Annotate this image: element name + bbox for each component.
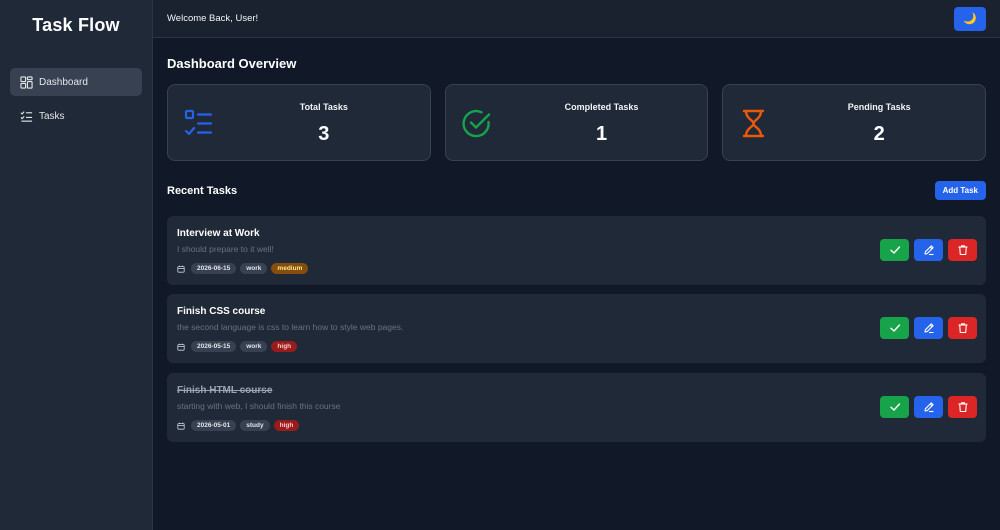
edit-task-button[interactable] xyxy=(914,239,943,261)
check-icon xyxy=(889,403,900,411)
task-meta: 2026-05-15 work high xyxy=(177,341,298,352)
list-check-icon xyxy=(184,109,213,136)
stat-label: Total Tasks xyxy=(299,102,348,112)
theme-toggle-button[interactable]: 🌙 xyxy=(954,6,986,31)
calendar-icon xyxy=(177,343,185,351)
pencil-icon xyxy=(923,323,934,334)
task-date: 2026-06-15 xyxy=(191,263,237,274)
task-item: Interview at Work I should prepare to it… xyxy=(167,216,986,285)
sidebar-item-dashboard[interactable]: Dashboard xyxy=(10,68,142,96)
task-item: Finish CSS course the second language is… xyxy=(167,294,986,363)
task-priority-badge: medium xyxy=(271,263,309,274)
moon-icon: 🌙 xyxy=(963,13,977,25)
delete-task-button[interactable] xyxy=(948,396,977,418)
task-actions xyxy=(880,396,977,418)
pencil-icon xyxy=(923,402,934,413)
trash-icon xyxy=(958,402,967,413)
stat-label: Pending Tasks xyxy=(847,102,911,112)
sidebar-item-label: Dashboard xyxy=(39,76,88,88)
task-title: Finish HTML course xyxy=(177,385,273,396)
top-bar: Welcome Back, User! 🌙 xyxy=(153,0,1000,38)
stat-card-completed: Completed Tasks 1 xyxy=(444,84,709,161)
task-priority-badge: high xyxy=(271,341,298,352)
edit-task-button[interactable] xyxy=(914,396,943,418)
complete-task-button[interactable] xyxy=(880,396,909,418)
welcome-text: Welcome Back, User! xyxy=(167,13,259,24)
sidebar-item-tasks[interactable]: Tasks xyxy=(10,102,142,130)
sidebar-item-label: Tasks xyxy=(39,110,65,122)
stat-card-pending: Pending Tasks 2 xyxy=(722,84,987,161)
trash-icon xyxy=(958,245,967,256)
add-task-button[interactable]: Add Task xyxy=(934,181,986,200)
complete-task-button[interactable] xyxy=(880,317,909,339)
sidebar-nav: Dashboard Tasks xyxy=(0,68,152,130)
stat-value: 3 xyxy=(318,123,330,145)
task-category-badge: work xyxy=(240,341,268,352)
task-actions xyxy=(880,317,977,339)
complete-task-button[interactable] xyxy=(880,239,909,261)
trash-icon xyxy=(958,323,967,334)
sidebar: Task Flow Dashboard Tasks xyxy=(0,0,153,530)
check-icon xyxy=(889,246,900,254)
task-description: the second language is css to learn how … xyxy=(177,322,404,332)
pencil-icon xyxy=(923,245,934,256)
stat-label: Completed Tasks xyxy=(564,102,639,112)
calendar-icon xyxy=(177,422,185,430)
task-list-icon xyxy=(20,110,33,122)
task-item: Finish HTML course starting with web, I … xyxy=(167,373,986,442)
edit-task-button[interactable] xyxy=(914,317,943,339)
stats-cards: Total Tasks 3 Completed Tasks 1 Pending … xyxy=(167,84,987,161)
check-icon xyxy=(889,324,900,332)
task-meta: 2026-05-01 study high xyxy=(177,420,300,431)
delete-task-button[interactable] xyxy=(948,317,977,339)
task-date: 2026-05-01 xyxy=(191,420,237,431)
delete-task-button[interactable] xyxy=(948,239,977,261)
stat-card-total: Total Tasks 3 xyxy=(167,84,431,161)
task-description: starting with web, I should finish this … xyxy=(177,401,341,411)
circle-check-icon xyxy=(462,109,490,138)
calendar-icon xyxy=(177,265,185,273)
task-title: Finish CSS course xyxy=(177,306,266,317)
task-actions xyxy=(880,239,977,261)
page-title: Dashboard Overview xyxy=(167,56,297,71)
task-meta: 2026-06-15 work medium xyxy=(177,263,309,274)
task-title: Interview at Work xyxy=(177,228,260,239)
app-title: Task Flow xyxy=(32,14,120,35)
stat-value: 2 xyxy=(873,123,885,145)
main-area: Welcome Back, User! 🌙 Dashboard Overview… xyxy=(153,0,1000,530)
stat-value: 1 xyxy=(595,123,608,145)
task-priority-badge: high xyxy=(273,420,300,431)
task-category-badge: study xyxy=(240,420,270,431)
hourglass-icon xyxy=(743,109,765,138)
dashboard-grid-icon xyxy=(20,75,33,89)
recent-tasks-header: Recent Tasks Add Task xyxy=(167,181,986,200)
task-description: I should prepare to it well! xyxy=(177,244,274,254)
task-date: 2026-05-15 xyxy=(191,341,237,352)
task-category-badge: work xyxy=(240,263,268,274)
recent-tasks-title: Recent Tasks xyxy=(167,184,238,197)
